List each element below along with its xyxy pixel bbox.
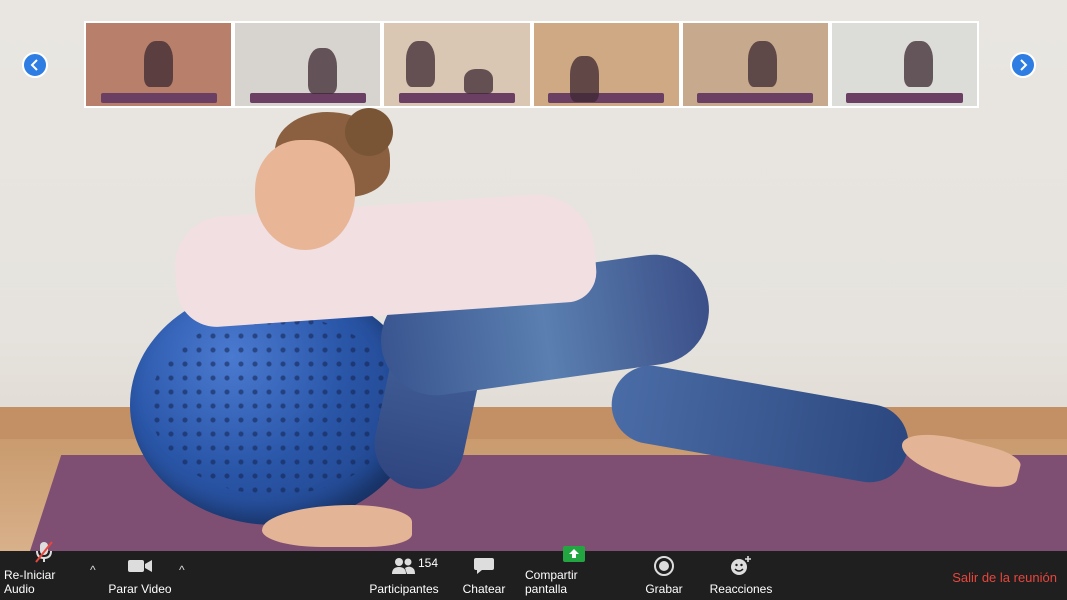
share-label: Compartir pantalla xyxy=(525,568,578,596)
participant-thumbnail[interactable] xyxy=(384,23,530,106)
person-head xyxy=(255,140,355,250)
meeting-toolbar: Re-Iniciar Audio ^ Parar Video ^ Partici… xyxy=(0,541,1067,600)
stop-video-button[interactable]: Parar Video xyxy=(105,551,175,600)
record-button[interactable]: Grabar xyxy=(642,551,686,600)
share-screen-button[interactable]: Compartir pantalla xyxy=(525,546,623,600)
chat-bubble-icon xyxy=(473,554,495,578)
video-options-caret[interactable]: ^ xyxy=(179,563,185,577)
video-camera-icon xyxy=(127,554,153,578)
share-screen-icon xyxy=(562,544,586,564)
reactions-button[interactable]: Reacciones xyxy=(708,551,774,600)
chevron-right-icon[interactable] xyxy=(1010,52,1036,78)
chevron-left-icon[interactable] xyxy=(22,52,48,78)
reactions-label: Reacciones xyxy=(709,582,773,596)
participants-label: Participantes xyxy=(369,582,439,596)
participants-count: 154 xyxy=(418,556,439,570)
chat-button[interactable]: Chatear xyxy=(460,551,508,600)
hair-bun xyxy=(345,108,393,156)
smiley-add-icon xyxy=(729,554,753,578)
chat-label: Chatear xyxy=(462,582,506,596)
video-label: Parar Video xyxy=(108,582,172,596)
record-icon xyxy=(653,554,675,578)
participants-icon xyxy=(391,554,417,578)
participant-thumbnail[interactable] xyxy=(86,23,232,106)
audio-options-caret[interactable]: ^ xyxy=(90,563,96,577)
participant-thumbnail[interactable] xyxy=(235,23,381,106)
participant-thumbnail-strip xyxy=(84,21,979,108)
record-label: Grabar xyxy=(645,582,683,596)
leave-meeting-button[interactable]: Salir de la reunión xyxy=(952,570,1057,585)
unmute-audio-button[interactable]: Re-Iniciar Audio xyxy=(4,541,84,600)
microphone-muted-icon xyxy=(33,540,55,564)
audio-label: Re-Iniciar Audio xyxy=(4,568,56,596)
participant-thumbnail[interactable] xyxy=(682,23,828,106)
participant-thumbnail[interactable] xyxy=(533,23,679,106)
participant-thumbnail[interactable] xyxy=(831,23,978,106)
